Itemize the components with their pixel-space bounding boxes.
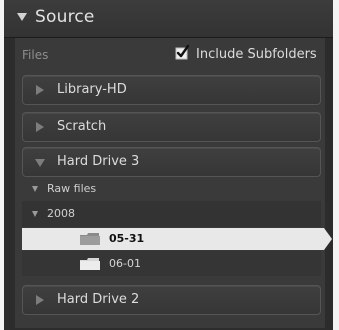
volume-label: Hard Drive 3 [57, 154, 140, 169]
tree-item-2008[interactable]: 2008 [22, 201, 321, 227]
disclosure-down-icon[interactable] [32, 186, 38, 192]
tree-item-raw-files[interactable]: Raw files [22, 178, 321, 200]
volume-label: Scratch [57, 119, 107, 134]
disclosure-right-icon[interactable] [36, 122, 44, 132]
volume-hard-drive-3[interactable]: Hard Drive 3 [22, 147, 321, 177]
tree-item-label: Raw files [47, 182, 97, 195]
disclosure-down-icon[interactable] [35, 159, 45, 167]
files-label: Files [22, 48, 49, 62]
checkmark-icon[interactable] [175, 44, 190, 61]
selection-highlight [22, 228, 332, 250]
folder-icon [80, 233, 100, 245]
disclosure-right-icon[interactable] [36, 295, 44, 305]
include-subfolders-label: Include Subfolders [196, 46, 317, 62]
volume-label: Hard Drive 2 [57, 292, 140, 307]
disclosure-right-icon[interactable] [36, 85, 44, 95]
tree-item-label: 06-01 [109, 257, 141, 270]
tree-item-label: 05-31 [109, 232, 145, 245]
volume-hard-drive-2[interactable]: Hard Drive 2 [22, 285, 321, 315]
tree-item-label: 2008 [47, 207, 75, 220]
tree-item-folder-06-01[interactable]: 06-01 [22, 251, 321, 276]
folder-icon [80, 258, 100, 270]
volume-scratch[interactable]: Scratch [22, 112, 321, 142]
panel-title: Source [35, 7, 95, 27]
panel-header[interactable]: Source [4, 0, 333, 38]
disclosure-down-icon[interactable] [17, 13, 27, 21]
include-subfolders-checkbox[interactable]: Include Subfolders [175, 44, 317, 64]
disclosure-down-icon[interactable] [32, 211, 38, 217]
volume-library-hd[interactable]: Library-HD [22, 75, 321, 105]
tree-item-folder-05-31[interactable]: 05-31 [22, 228, 332, 250]
volume-label: Library-HD [57, 82, 127, 97]
